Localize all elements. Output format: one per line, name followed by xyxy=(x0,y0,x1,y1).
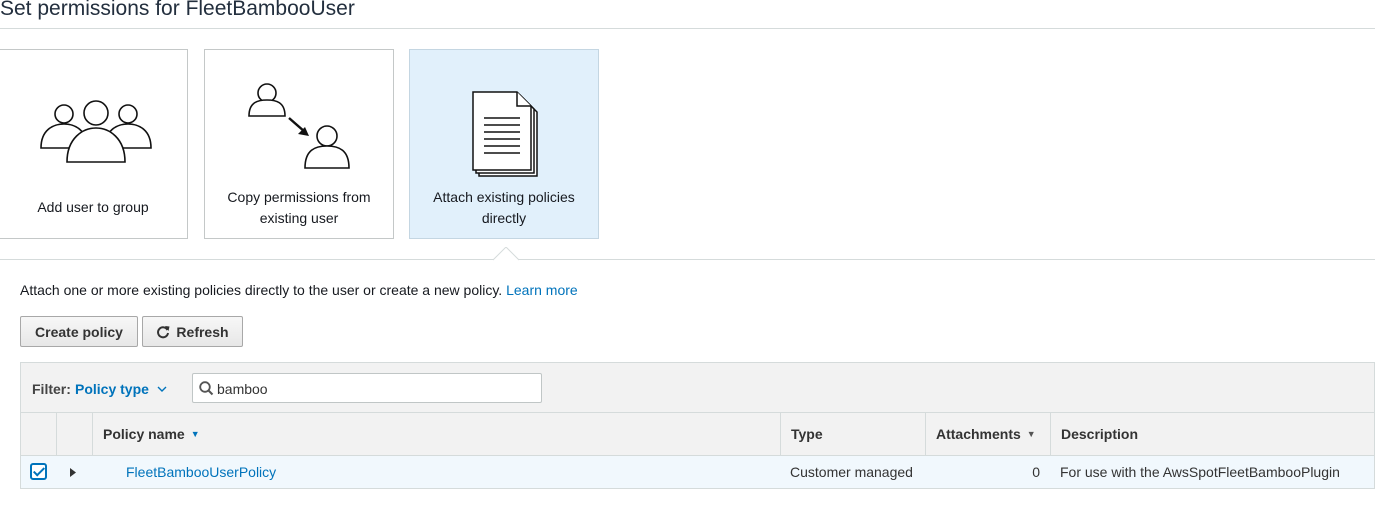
create-policy-button[interactable]: Create policy xyxy=(20,316,138,347)
policy-description: For use with the AwsSpotFleetBambooPlugi… xyxy=(1060,464,1340,480)
policy-name-link[interactable]: FleetBambooUserPolicy xyxy=(126,456,276,488)
policy-type-dropdown[interactable]: Policy type xyxy=(75,381,167,397)
column-header-description[interactable]: Description xyxy=(1050,413,1375,455)
column-title: Description xyxy=(1061,426,1139,442)
selection-pointer xyxy=(493,247,519,261)
page-title: Set permissions for FleetBambooUser xyxy=(0,0,355,20)
sort-desc-icon: ▼ xyxy=(190,429,200,439)
row-checkbox[interactable] xyxy=(30,463,47,480)
intro-description: Attach one or more existing policies dir… xyxy=(20,282,503,298)
search-icon xyxy=(199,381,214,396)
refresh-button[interactable]: Refresh xyxy=(142,316,243,347)
option-label: Copy permissions from existing user xyxy=(227,189,371,226)
select-column-header xyxy=(21,413,56,455)
table-row[interactable]: FleetBambooUserPolicy Customer managed 0… xyxy=(20,456,1375,489)
column-header-attachments[interactable]: Attachments ▼ xyxy=(925,413,1050,455)
policy-type-label: Policy type xyxy=(75,381,149,397)
column-title: Attachments xyxy=(936,426,1021,442)
column-header-policy-name[interactable]: Policy name ▼ xyxy=(92,413,780,455)
expand-row-icon[interactable] xyxy=(70,456,82,488)
option-attach-policies[interactable]: Attach existing policies directly xyxy=(409,49,599,239)
column-header-type[interactable]: Type xyxy=(780,413,925,455)
search-box[interactable] xyxy=(192,373,542,403)
table-header: Policy name ▼ Type Attachments ▼ Descrip… xyxy=(20,413,1375,456)
option-add-user-to-group[interactable]: Add user to group xyxy=(0,49,188,239)
create-policy-label: Create policy xyxy=(35,323,123,340)
refresh-icon xyxy=(157,325,170,338)
title-divider xyxy=(0,28,1375,29)
policy-attachments: 0 xyxy=(1032,464,1040,480)
chevron-down-icon xyxy=(157,386,167,392)
option-label: Attach existing policies directly xyxy=(433,189,575,226)
document-icon xyxy=(472,91,538,177)
column-title: Policy name xyxy=(103,426,185,442)
sort-icon: ▼ xyxy=(1026,429,1036,439)
refresh-label: Refresh xyxy=(176,323,229,340)
intro-text: Attach one or more existing policies dir… xyxy=(20,282,578,298)
policy-type: Customer managed xyxy=(790,464,913,480)
learn-more-link[interactable]: Learn more xyxy=(506,282,578,298)
group-icon xyxy=(40,100,152,163)
search-input[interactable] xyxy=(217,378,537,399)
filter-label: Filter: xyxy=(32,381,71,397)
option-copy-permissions[interactable]: Copy permissions from existing user xyxy=(204,49,394,239)
copy-user-icon xyxy=(248,83,350,169)
expand-column-header xyxy=(56,413,92,455)
filter-bar: Filter: Policy type xyxy=(20,362,1375,413)
option-label: Add user to group xyxy=(37,199,149,215)
section-divider xyxy=(0,259,1375,260)
column-title: Type xyxy=(791,426,823,442)
